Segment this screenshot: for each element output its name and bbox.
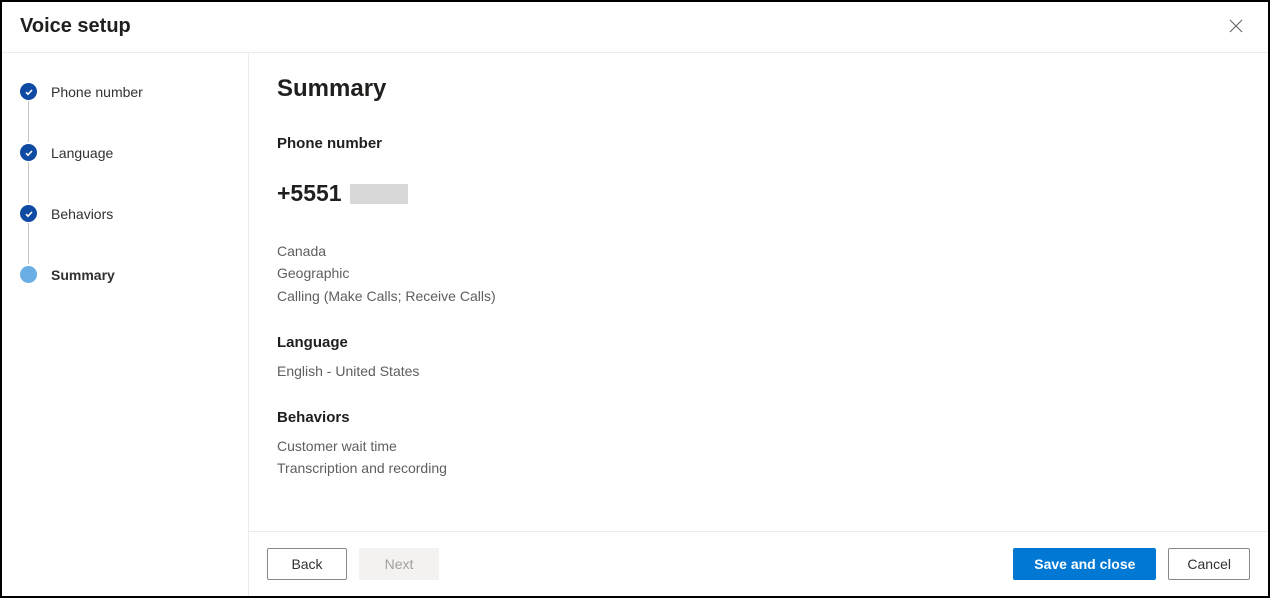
phone-number-section: Phone number +5551 Canada Geographic Cal… [277, 135, 1240, 306]
step-label: Phone number [51, 84, 143, 100]
dialog-header: Voice setup [2, 2, 1268, 53]
step-label: Behaviors [51, 206, 113, 222]
checkmark-icon [20, 144, 37, 161]
wizard-steps-sidebar: Phone number Language Behaviors Summa [2, 53, 249, 596]
step-label: Summary [51, 267, 115, 283]
step-label: Language [51, 145, 113, 161]
checkmark-icon [20, 205, 37, 222]
save-and-close-button[interactable]: Save and close [1013, 548, 1156, 580]
language-value: English - United States [277, 361, 1240, 381]
language-section: Language English - United States [277, 334, 1240, 381]
behaviors-section: Behaviors Customer wait time Transcripti… [277, 409, 1240, 479]
footer-left: Back Next [267, 548, 439, 580]
dialog-title: Voice setup [20, 15, 131, 38]
phone-type: Geographic [277, 263, 1240, 283]
phone-number-redacted [350, 184, 408, 204]
phone-number-row: +5551 [277, 180, 1240, 207]
next-button: Next [359, 548, 439, 580]
footer-right: Save and close Cancel [1013, 548, 1250, 580]
step-language[interactable]: Language [20, 144, 230, 205]
page-title: Summary [277, 75, 1240, 103]
close-icon [1228, 18, 1244, 34]
dialog-body: Phone number Language Behaviors Summa [2, 53, 1268, 596]
behavior-item: Transcription and recording [277, 458, 1240, 478]
phone-capabilities: Calling (Make Calls; Receive Calls) [277, 286, 1240, 306]
back-button[interactable]: Back [267, 548, 347, 580]
step-behaviors[interactable]: Behaviors [20, 205, 230, 266]
dialog-footer: Back Next Save and close Cancel [249, 531, 1268, 596]
phone-country: Canada [277, 241, 1240, 261]
voice-setup-dialog: Voice setup Phone number Language [0, 0, 1270, 598]
phone-number-value: +5551 [277, 180, 342, 207]
phone-number-heading: Phone number [277, 135, 1240, 152]
cancel-button[interactable]: Cancel [1168, 548, 1250, 580]
behavior-item: Customer wait time [277, 436, 1240, 456]
behaviors-heading: Behaviors [277, 409, 1240, 426]
checkmark-icon [20, 83, 37, 100]
summary-content: Summary Phone number +5551 Canada Geogra… [249, 53, 1268, 531]
language-heading: Language [277, 334, 1240, 351]
main-panel: Summary Phone number +5551 Canada Geogra… [249, 53, 1268, 596]
step-summary[interactable]: Summary [20, 266, 230, 283]
current-step-icon [20, 266, 37, 283]
step-phone-number[interactable]: Phone number [20, 83, 230, 144]
close-button[interactable] [1224, 14, 1248, 38]
